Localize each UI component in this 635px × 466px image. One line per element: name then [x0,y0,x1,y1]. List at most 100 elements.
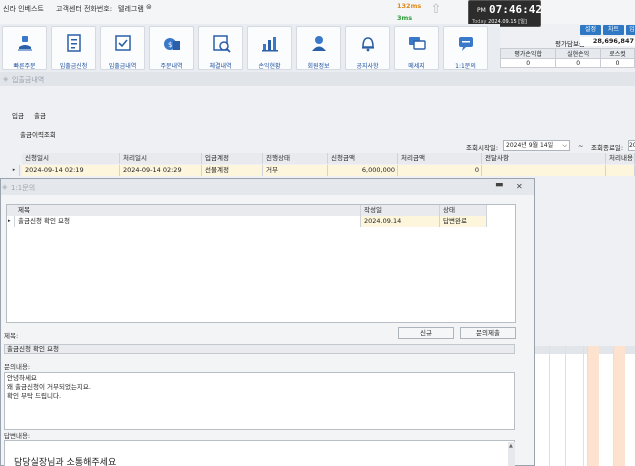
col-process-amount: 처리금액 [398,153,482,164]
cell-process-time: 2024-09-14 02:29 [120,165,202,176]
main-toolbar: 빠른주문 입출금신청 입출금내역 $ 주문내역 체결내역 손익현황 회원정보 공… [0,24,500,72]
subject-field[interactable]: 출금신청 확인 요청 [4,344,515,354]
settings-button[interactable]: 설정 [580,25,601,35]
grid-divider [565,346,566,466]
table-row[interactable]: ▸ 2024-09-14 02:19 2024-09-14 02:29 선물계정… [13,165,635,176]
query-end-date[interactable]: 20 [628,140,635,151]
grid-divider [583,346,584,466]
window-icon: ◈ [2,183,8,191]
col-account: 입금계정 [202,153,263,164]
message-icon [409,37,426,50]
table-row[interactable]: ▸ 출금신청 확인 요청 2024.09.14 답변완료 [7,216,487,227]
content-line: 확인 부탁 드립니다. [7,392,62,400]
toolbar-label: 빠른주문 [13,63,36,70]
toolbar-button-order-history[interactable]: $ 주문내역 [149,26,194,70]
inquiry-dialog: ◈ 1:1문의 ▬ ✕ 제목 작성일 상태 ▸ 출금신청 확인 요청 2024.… [0,178,535,466]
toolbar-button-member-info[interactable]: 회원정보 [296,26,341,70]
scroll-up-icon[interactable]: ▲ [509,443,513,449]
grid-header: 신청일시 처리일시 입금계정 진행상태 신청금액 처리금액 전달사항 처리내용 [22,153,635,164]
answer-scrollbar[interactable]: ▲ [508,442,515,466]
subject-label: 제목: [4,332,19,340]
deposit-button[interactable]: 입 [626,25,635,35]
toolbar-label: 주문내역 [160,63,183,70]
callcenter-label: 고객센터 전화번호: [56,5,113,13]
telegram-icon: ⊜ [146,3,152,11]
query-start-value: 2024년 9월 14일 [506,142,554,149]
svg-text:$: $ [168,41,172,49]
content-line: 왜 출금신청이 거부되었는지요. [7,383,91,391]
pnl-val-eval: 0 [499,58,557,68]
deposit-request-icon [67,34,81,52]
order-history-icon: $ [164,38,180,50]
notice-bell-icon [362,37,374,52]
cell-request-amount: 6,000,000 [328,165,398,176]
withdraw-history-subtitle: 출금이력조회 [20,131,56,139]
row-indicator-icon: ▸ [7,216,15,227]
toolbar-label: 입출금신청 [59,63,88,70]
col-memo: 전달사항 [482,153,606,164]
tab-deposit[interactable]: 입금 [12,110,24,120]
toolbar-button-inquiry[interactable]: 1:1문의 [443,26,488,70]
minimize-icon[interactable]: ▬ [495,180,504,190]
submit-inquiry-button[interactable]: 문의제출 [460,327,516,339]
ping-primary: 132ms [397,2,422,10]
brand-name: 신라 인베스트 [3,5,44,13]
col-date: 작성일 [361,205,440,216]
col-process-note: 처리내용 [606,153,635,164]
pnl-val-losscut: 0 [600,58,635,68]
toolbar-label: 공지사항 [356,63,379,70]
cell-title: 출금신청 확인 요청 [15,216,361,227]
arrow-up-icon: ⇧ [430,2,442,17]
toolbar-button-quick-order[interactable]: 빠른주문 [2,26,47,70]
background-data-grid [535,346,635,466]
profit-status-icon [262,37,278,52]
toolbar-button-message[interactable]: 메세지 [394,26,439,70]
answer-textarea[interactable]: 담당실장님과 소통해주세요 ▲ [4,440,515,466]
toolbar-button-deposit-history[interactable]: 입출금내역 [100,26,145,70]
deposit-history-icon [115,35,131,51]
clock-time: 07:46:42 [489,3,542,16]
ping-secondary: 3ms [397,14,413,22]
query-end-label: 조회종료일: [591,144,624,152]
cell-request-time: 2024-09-14 02:19 [22,165,120,176]
eval-collateral-value: 28,696,847 [580,37,635,46]
cell-date: 2024.09.14 [361,216,440,227]
toolbar-button-profit-status[interactable]: 손익현황 [247,26,292,70]
inquiry-dialog-title: 1:1문의 [11,184,36,192]
withdraw-history-grid: 신청일시 처리일시 입금계정 진행상태 신청금액 처리금액 전달사항 처리내용 … [13,153,635,177]
callcenter-value: 텔레그램 [118,5,144,13]
query-start-date[interactable]: 2024년 9월 14일 ⌵ [503,140,570,151]
pnl-col-losscut: 로스컷 [600,48,635,59]
inquiry-chat-icon [459,37,473,51]
answer-label: 답변내용: [4,432,31,440]
member-info-icon [312,36,326,51]
deposit-history-title: 입출금내역 [12,76,45,84]
close-icon[interactable]: ✕ [516,182,523,191]
col-request-time: 신청일시 [22,153,120,164]
window-icon: ◈ [3,75,9,83]
grid-highlight-column [587,346,599,466]
toolbar-button-deposit-request[interactable]: 입출금신청 [51,26,96,70]
toolbar-button-notice[interactable]: 공지사항 [345,26,390,70]
pnl-val-realized: 0 [555,58,602,68]
inquiry-list: 제목 작성일 상태 ▸ 출금신청 확인 요청 2024.09.14 답변완료 [6,204,516,323]
toolbar-label: 손익현황 [258,63,281,70]
cell-status: 답변완료 [440,216,487,227]
pnl-summary-table: 평가손익합 실현손익 로스컷 0 0 0 [499,48,635,68]
toolbar-label: 메세지 [408,63,425,70]
clock-widget: PM 07:46:42 Today 2024.09.15 [일] [468,0,542,27]
quick-order-icon [18,36,32,51]
new-inquiry-button[interactable]: 신규 [398,327,454,339]
inquiry-list-header: 제목 작성일 상태 [7,205,487,216]
content-textarea[interactable]: 안녕하세요 왜 출금신청이 거부되었는지요. 확인 부탁 드립니다. [4,372,515,430]
cell-status: 거부 [263,165,328,176]
query-tilde: ~ [578,142,584,150]
toolbar-button-execution-history[interactable]: 체결내역 [198,26,243,70]
answer-text: 담당실장님과 소통해주세요 [14,458,117,466]
grid-divider [549,346,550,466]
toolbar-label: 체결내역 [209,63,232,70]
tab-withdraw[interactable]: 출금 [34,110,46,120]
chart-button[interactable]: 차트 [603,25,624,35]
inquiry-dialog-titlebar: ◈ 1:1문의 ▬ ✕ [1,179,534,195]
chevron-down-icon: ⌵ [562,142,567,149]
